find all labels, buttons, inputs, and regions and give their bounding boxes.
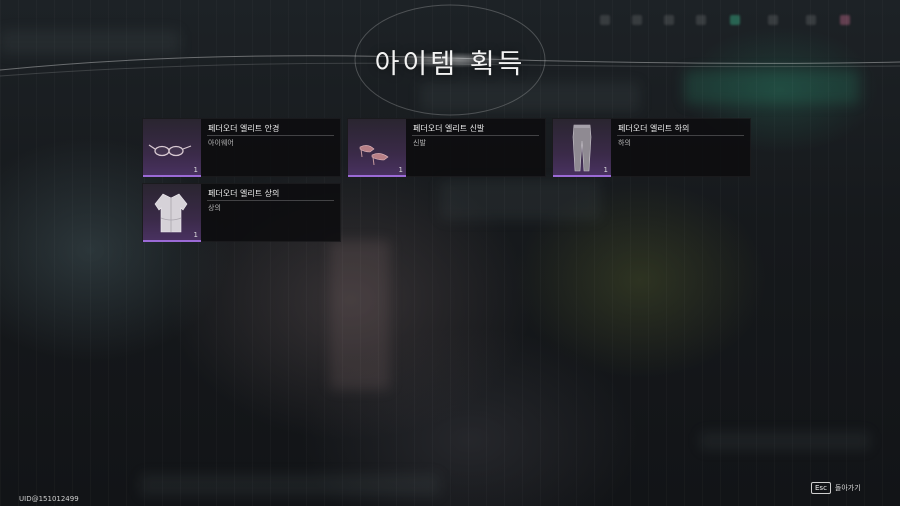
item-thumbnail: 1: [553, 119, 611, 177]
item-name: 페더오더 엘리트 신발: [413, 124, 485, 133]
item-name: 페더오더 엘리트 하의: [618, 124, 690, 133]
esc-key-badge: Esc: [811, 482, 831, 494]
item-thumbnail: 1: [143, 119, 201, 177]
item-type: 아이웨어: [208, 139, 234, 147]
page-title: 아이템 획득: [374, 49, 526, 80]
item-card[interactable]: 1 페더오더 엘리트 신발 신발: [347, 118, 546, 177]
shoes-icon: [359, 145, 389, 166]
divider: [412, 135, 539, 136]
item-quantity: 1: [603, 166, 608, 174]
item-card[interactable]: 1 페더오더 엘리트 안경 아이웨어: [142, 118, 341, 177]
user-id: UID@151012499: [19, 495, 79, 503]
item-type: 상의: [208, 204, 221, 212]
item-type: 신발: [413, 139, 426, 147]
item-quantity: 1: [398, 166, 403, 174]
item-card[interactable]: 1 페더오더 엘리트 상의 상의: [142, 183, 341, 242]
back-label: 돌아가기: [834, 484, 861, 492]
pants-icon: [572, 124, 592, 172]
item-quantity: 1: [193, 231, 198, 239]
divider: [617, 135, 744, 136]
item-thumbnail: 1: [143, 184, 201, 242]
divider: [207, 135, 334, 136]
item-acquired-screen: 아이템 획득 1 페더오더 엘리트 안경 아이웨어 1 페더오더 엘리트 신발 …: [0, 0, 900, 506]
top-icon: [154, 193, 188, 233]
divider: [207, 200, 334, 201]
item-name: 페더오더 엘리트 안경: [208, 124, 280, 133]
item-quantity: 1: [193, 166, 198, 174]
item-card[interactable]: 1 페더오더 엘리트 하의 하의: [552, 118, 751, 177]
item-name: 페더오더 엘리트 상의: [208, 189, 280, 198]
item-type: 하의: [618, 139, 631, 147]
glasses-icon: [148, 144, 192, 157]
item-thumbnail: 1: [348, 119, 406, 177]
back-button[interactable]: Esc 돌아가기: [811, 482, 861, 494]
